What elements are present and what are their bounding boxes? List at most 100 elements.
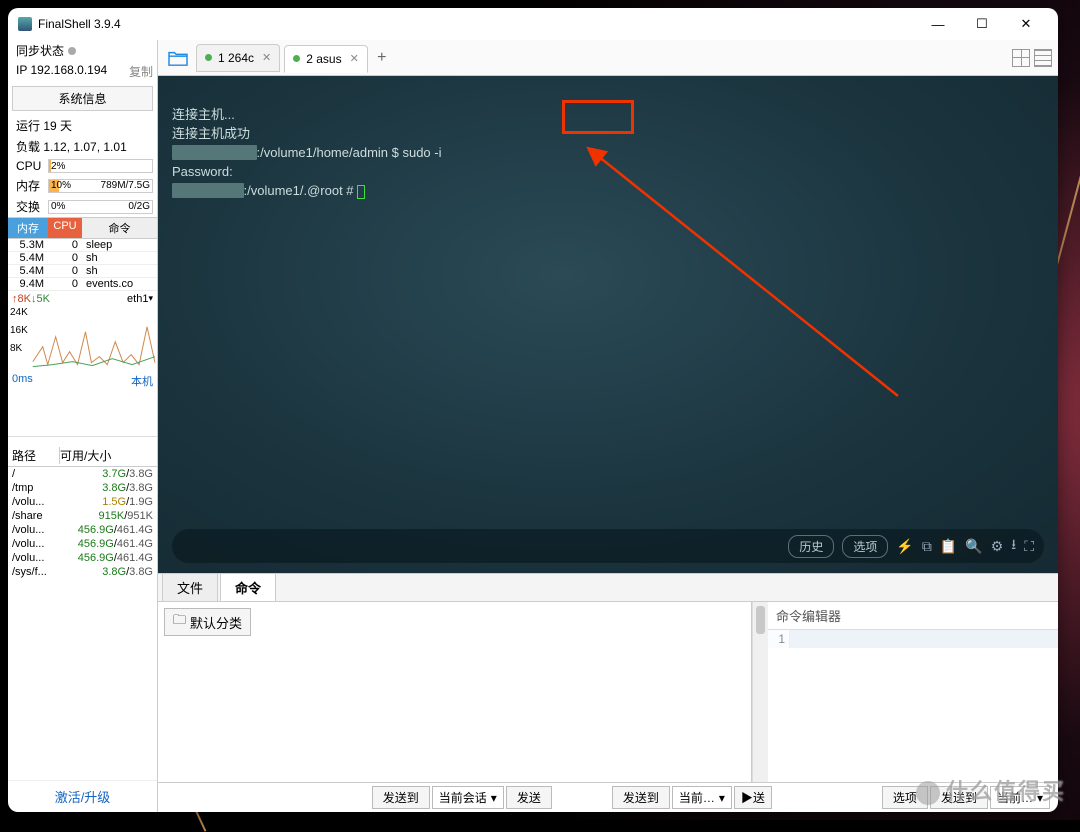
swap-label: 交换 bbox=[16, 198, 48, 215]
category-label: 默认分类 bbox=[190, 613, 242, 632]
ip-address: IP 192.168.0.194 bbox=[16, 63, 107, 80]
chevron-down-icon[interactable]: ▾ bbox=[148, 293, 153, 305]
close-button[interactable]: ✕ bbox=[1004, 9, 1048, 39]
maximize-button[interactable]: ☐ bbox=[960, 9, 1004, 39]
ping-host[interactable]: 本机 bbox=[131, 373, 153, 389]
copy-link[interactable]: 复制 bbox=[129, 63, 153, 80]
main-area: 1 264c✕2 asus✕ + 连接主机... 连接主机成功 xxxxxxxx… bbox=[158, 40, 1058, 812]
filesystem-row[interactable]: /volu...456.9G/461.4G bbox=[8, 523, 157, 537]
mem-text: 789M/7.5G bbox=[101, 180, 152, 191]
filesystem-row[interactable]: /3.7G/3.8G bbox=[8, 467, 157, 481]
term-line: 连接主机... bbox=[172, 107, 235, 122]
mem-label: 内存 bbox=[16, 177, 48, 194]
net-iface[interactable]: eth1 bbox=[127, 293, 148, 305]
cursor-icon bbox=[357, 185, 365, 199]
filesystem-row[interactable]: /tmp3.8G/3.8G bbox=[8, 481, 157, 495]
process-row[interactable]: 5.3M0sleep bbox=[8, 239, 157, 252]
search-icon[interactable]: 🔍 bbox=[965, 538, 982, 555]
paste-icon[interactable]: 📋 bbox=[940, 538, 957, 555]
titlebar[interactable]: FinalShell 3.9.4 — ☐ ✕ bbox=[8, 8, 1058, 40]
terminal[interactable]: 连接主机... 连接主机成功 xxxxxxxxxxxxx:/volume1/ho… bbox=[158, 76, 1058, 573]
scrollbar[interactable] bbox=[752, 602, 768, 782]
history-button[interactable]: 历史 bbox=[788, 535, 834, 558]
session-select-2[interactable]: 当前…▾ bbox=[672, 786, 732, 809]
proc-h-cmd[interactable]: 命令 bbox=[82, 217, 157, 239]
activate-upgrade-link[interactable]: 激活/升级 bbox=[8, 780, 157, 812]
process-row[interactable]: 5.4M0sh bbox=[8, 252, 157, 265]
command-editor-panel: 命令编辑器 1 bbox=[768, 602, 1058, 782]
bottom-tabs: 文件 命令 bbox=[158, 574, 1058, 602]
copy-icon[interactable]: ⧉ bbox=[922, 538, 932, 555]
term-root-prompt: :/volume1/.@root # bbox=[244, 183, 358, 198]
session-tab[interactable]: 1 264c✕ bbox=[196, 44, 280, 72]
term-line: 连接主机成功 bbox=[172, 126, 250, 141]
filesystem-row[interactable]: /volu...456.9G/461.4G bbox=[8, 551, 157, 565]
line-number: 1 bbox=[768, 630, 790, 648]
mem-row: 内存 10% 789M/7.5G bbox=[8, 175, 157, 196]
chevron-down-icon: ▾ bbox=[719, 791, 725, 805]
open-folder-button[interactable] bbox=[164, 46, 192, 70]
ping-row: 0ms 本机 bbox=[8, 371, 157, 391]
send-to-button-2[interactable]: 发送到 bbox=[612, 786, 670, 809]
swap-pct: 0% bbox=[49, 201, 65, 212]
close-icon[interactable]: ✕ bbox=[350, 52, 359, 65]
minimize-button[interactable]: — bbox=[916, 9, 960, 39]
redacted-host: xxxxxxxxxxxxx bbox=[172, 145, 257, 160]
tab-file[interactable]: 文件 bbox=[162, 573, 218, 601]
swap-row: 交换 0% 0/2G bbox=[8, 196, 157, 217]
filesystem-row[interactable]: /volu...456.9G/461.4G bbox=[8, 537, 157, 551]
send-to-button[interactable]: 发送到 bbox=[372, 786, 430, 809]
sync-status: 同步状态 bbox=[8, 40, 157, 61]
network-header: ↑8K ↓5K eth1 ▾ bbox=[8, 291, 157, 307]
session-select[interactable]: 当前会话▾ bbox=[432, 786, 504, 809]
filesystem-row[interactable]: /share915K/951K bbox=[8, 509, 157, 523]
session-tab[interactable]: 2 asus✕ bbox=[284, 45, 368, 73]
folder-icon: 🗀 bbox=[173, 611, 186, 633]
chevron-down-icon: ▾ bbox=[491, 791, 497, 805]
term-command: $ sudo -i bbox=[392, 145, 442, 160]
filesystem-row[interactable]: /sys/f...3.8G/3.8G bbox=[8, 565, 157, 579]
cpu-label: CPU bbox=[16, 159, 48, 173]
proc-h-mem[interactable]: 内存 bbox=[8, 217, 48, 239]
tab-bar: 1 264c✕2 asus✕ + bbox=[158, 40, 1058, 76]
code-line[interactable] bbox=[790, 630, 1058, 648]
app-window: FinalShell 3.9.4 — ☐ ✕ 同步状态 IP 192.168.0… bbox=[8, 8, 1058, 812]
fullscreen-icon[interactable]: ⛶ bbox=[1024, 538, 1034, 555]
load-text: 负载 1.12, 1.07, 1.01 bbox=[8, 136, 157, 157]
network-chart: 24K 16K 8K bbox=[8, 307, 157, 371]
bolt-icon[interactable]: ⚡ bbox=[896, 538, 913, 555]
fs-h-path[interactable]: 路径 bbox=[12, 447, 60, 464]
filesystem-row[interactable]: /volu...1.5G/1.9G bbox=[8, 495, 157, 509]
proc-h-cpu[interactable]: CPU bbox=[48, 217, 82, 239]
watermark: 什么值得买 bbox=[916, 774, 1066, 806]
sidebar: 同步状态 IP 192.168.0.194 复制 系统信息 运行 19 天 负载… bbox=[8, 40, 158, 812]
swap-text: 0/2G bbox=[128, 201, 152, 212]
annotation-box bbox=[562, 100, 634, 134]
list-view-button[interactable] bbox=[1034, 49, 1052, 67]
tab-command[interactable]: 命令 bbox=[220, 573, 276, 601]
options-button[interactable]: 选项 bbox=[842, 535, 888, 558]
mem-pct: 10% bbox=[49, 180, 71, 191]
process-table-header: 内存 CPU 命令 bbox=[8, 217, 157, 239]
fs-h-size[interactable]: 可用/大小 bbox=[60, 447, 111, 464]
system-info-button[interactable]: 系统信息 bbox=[12, 86, 153, 111]
download-icon[interactable]: ⭳ bbox=[1011, 534, 1016, 558]
sync-dot-icon bbox=[68, 47, 76, 55]
process-row[interactable]: 9.4M0events.co bbox=[8, 278, 157, 291]
sync-label: 同步状态 bbox=[16, 42, 64, 59]
net-up: ↑8K bbox=[12, 293, 31, 305]
editor-title: 命令编辑器 bbox=[768, 602, 1058, 630]
close-icon[interactable]: ✕ bbox=[262, 51, 271, 64]
net-down: ↓5K bbox=[31, 293, 50, 305]
add-tab-button[interactable]: + bbox=[372, 49, 392, 67]
send-button[interactable]: 发送 bbox=[506, 786, 552, 809]
default-category[interactable]: 🗀 默认分类 bbox=[164, 608, 251, 636]
term-password-prompt: Password: bbox=[172, 164, 233, 179]
gear-icon[interactable]: ⚙ bbox=[991, 538, 1004, 555]
fs-header: 路径 可用/大小 bbox=[8, 445, 157, 467]
process-row[interactable]: 5.4M0sh bbox=[8, 265, 157, 278]
redacted-host: xxxxxxxxxxx bbox=[172, 183, 244, 198]
send-button-2[interactable]: ▶送 bbox=[734, 786, 772, 809]
status-dot-icon bbox=[293, 55, 300, 62]
grid-view-button[interactable] bbox=[1012, 49, 1030, 67]
